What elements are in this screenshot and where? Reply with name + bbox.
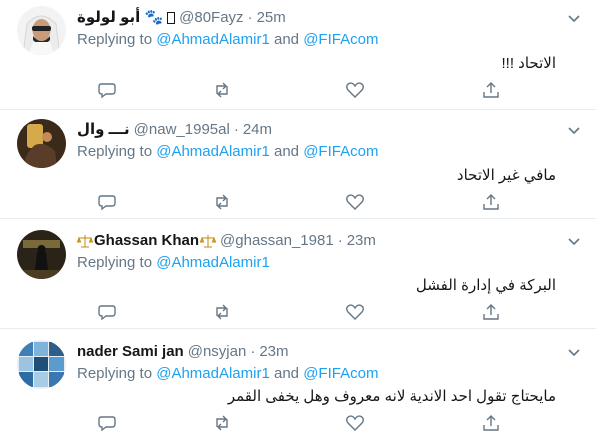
share-icon[interactable] — [481, 192, 501, 212]
mention-link[interactable]: @AhmadAlamir1 — [156, 365, 270, 382]
display-name[interactable]: Ghassan Khan — [94, 231, 199, 251]
timestamp[interactable]: 23m — [347, 231, 376, 251]
like-icon[interactable] — [345, 413, 365, 433]
replying-to: Replying to @AhmadAlamir1 — [77, 254, 270, 271]
tweet-actions — [77, 192, 517, 212]
mention-link[interactable]: @AhmadAlamir1 — [156, 31, 270, 48]
share-icon[interactable] — [481, 302, 501, 322]
chevron-down-icon[interactable] — [566, 10, 582, 26]
reply-icon[interactable] — [97, 302, 117, 322]
display-name[interactable]: نـــ وال — [77, 120, 130, 140]
replying-to: Replying to @AhmadAlamir1 and @FIFAcom — [77, 31, 379, 48]
separator-dot: · — [250, 343, 256, 360]
reply-icon[interactable] — [97, 413, 117, 433]
separator-dot: · — [337, 232, 343, 249]
chevron-down-icon[interactable] — [566, 344, 582, 360]
display-name[interactable]: nader Sami jan — [77, 342, 184, 362]
chevron-down-icon[interactable] — [566, 122, 582, 138]
unknown-glyph-icon — [167, 12, 176, 24]
avatar[interactable] — [17, 119, 66, 168]
tweet-3[interactable]: Ghassan Khan @ghassan_1981 · 23m Replyin… — [0, 219, 596, 329]
tweet-text: مافي غير الاتحاد — [456, 167, 556, 184]
retweet-icon[interactable] — [212, 413, 232, 433]
user-handle[interactable]: @naw_1995al — [134, 120, 230, 140]
like-icon[interactable] — [345, 192, 365, 212]
tweet-actions — [77, 413, 517, 433]
tweet-text: البركة في إدارة الفشل — [415, 277, 556, 294]
share-icon[interactable] — [481, 80, 501, 100]
user-handle[interactable]: @ghassan_1981 — [220, 231, 334, 251]
mention-link[interactable]: @FIFAcom — [303, 143, 378, 160]
replying-to: Replying to @AhmadAlamir1 and @FIFAcom — [77, 365, 379, 382]
avatar[interactable] — [17, 340, 66, 389]
tweet-text: الاتحاد !!! — [501, 55, 557, 72]
tweet-actions — [77, 302, 517, 322]
retweet-icon[interactable] — [212, 192, 232, 212]
reply-icon[interactable] — [97, 80, 117, 100]
separator-dot: · — [247, 9, 253, 26]
separator-dot: · — [233, 121, 239, 138]
tweet-2[interactable]: نـــ وال @naw_1995al · 24m Replying to @… — [0, 110, 596, 219]
like-icon[interactable] — [345, 80, 365, 100]
mention-link[interactable]: @FIFAcom — [303, 365, 378, 382]
user-handle[interactable]: @80Fayz — [179, 8, 243, 28]
user-handle[interactable]: @nsyjan — [188, 342, 247, 362]
avatar[interactable] — [17, 230, 66, 279]
reply-icon[interactable] — [97, 192, 117, 212]
balance-scale-icon — [77, 235, 93, 248]
replying-to: Replying to @AhmadAlamir1 and @FIFAcom — [77, 143, 379, 160]
tweet-text: مايحتاج تقول احد الاندية لانه معروف وهل … — [227, 388, 556, 405]
chevron-down-icon[interactable] — [566, 233, 582, 249]
share-icon[interactable] — [481, 413, 501, 433]
avatar[interactable] — [17, 6, 66, 55]
tweet-4[interactable]: nader Sami jan @nsyjan · 23m Replying to… — [0, 329, 596, 435]
tweet-actions — [77, 80, 517, 100]
balance-scale-icon — [200, 235, 217, 248]
mention-link[interactable]: @AhmadAlamir1 — [156, 254, 270, 271]
tweet-1[interactable]: أبو لولوة 🐾 @80Fayz · 25m Replying to @A… — [0, 0, 596, 110]
retweet-icon[interactable] — [212, 302, 232, 322]
timestamp[interactable]: 24m — [243, 120, 272, 140]
mention-link[interactable]: @FIFAcom — [303, 31, 378, 48]
mention-link[interactable]: @AhmadAlamir1 — [156, 143, 270, 160]
retweet-icon[interactable] — [212, 80, 232, 100]
timestamp[interactable]: 23m — [259, 342, 288, 362]
like-icon[interactable] — [345, 302, 365, 322]
display-name[interactable]: أبو لولوة 🐾 — [77, 8, 163, 28]
timestamp[interactable]: 25m — [257, 8, 286, 28]
